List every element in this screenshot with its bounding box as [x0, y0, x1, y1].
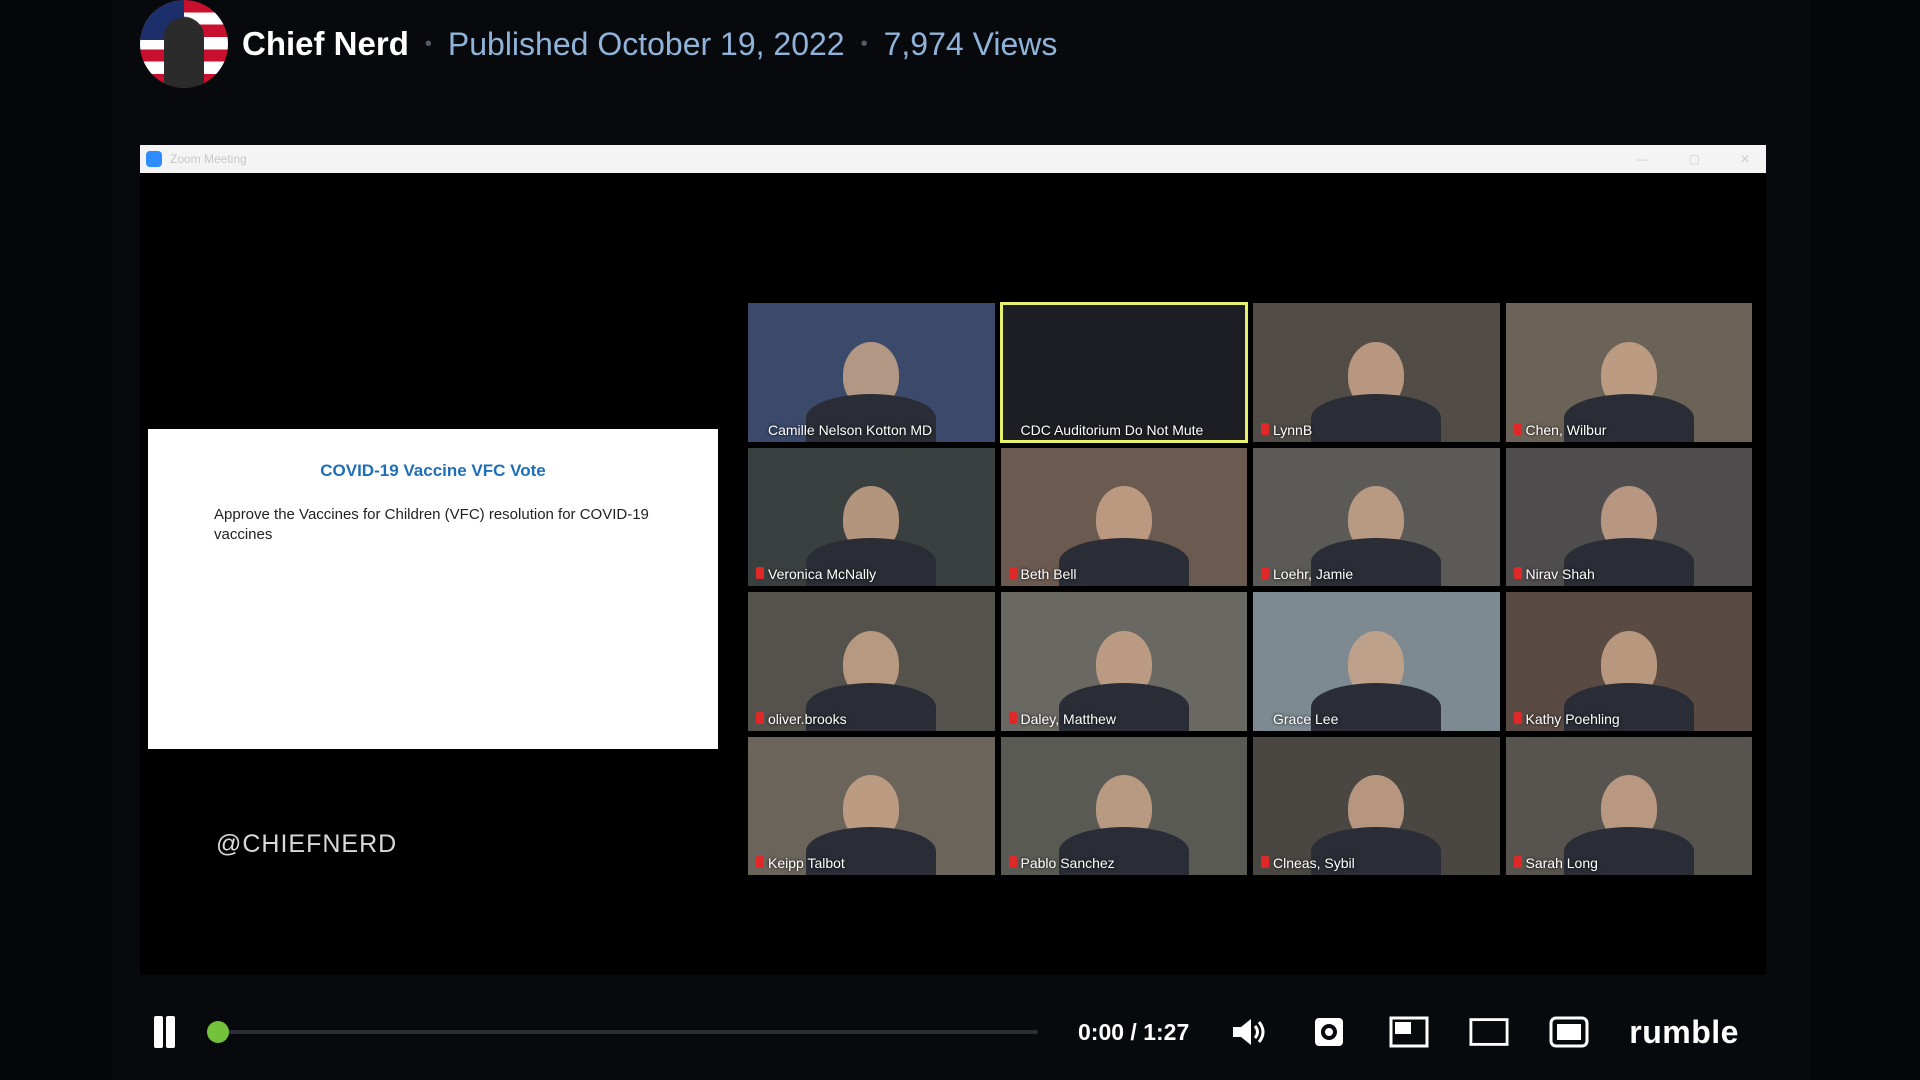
- channel-name[interactable]: Chief Nerd: [242, 25, 409, 63]
- zoom-window-titlebar: Zoom Meeting — ▢ ✕: [140, 145, 1766, 173]
- slide-text: Approve the Vaccines for Children (VFC) …: [214, 506, 649, 543]
- close-icon: ✕: [1739, 152, 1750, 166]
- participant-tile[interactable]: Kathy Poehling: [1505, 592, 1752, 731]
- view-count: 7,974 Views: [883, 25, 1058, 62]
- participant-name: Veronica McNally: [768, 566, 877, 582]
- separator-dot: •: [860, 32, 868, 55]
- participant-tile[interactable]: oliver.brooks: [748, 592, 995, 731]
- shared-slide: COVID-19 Vaccine VFC Vote Approve the Va…: [148, 429, 718, 749]
- zoom-logo-icon: [146, 151, 162, 167]
- participant-video: [1058, 538, 1189, 586]
- participant-tile[interactable]: LynnB: [1253, 303, 1500, 442]
- participant-tile[interactable]: Clneas, Sybil: [1253, 736, 1500, 875]
- rumble-logo[interactable]: rumble: [1629, 1014, 1739, 1051]
- participant-name: Pablo Sanchez: [1020, 855, 1115, 871]
- participant-name: CDC Auditorium Do Not Mute: [1020, 421, 1204, 438]
- participant-tile[interactable]: CDC Auditorium Do Not Mute: [999, 302, 1248, 443]
- volume-icon[interactable]: [1229, 1015, 1269, 1049]
- participant-tile[interactable]: Keipp Talbot: [748, 736, 995, 875]
- progress-bar[interactable]: [207, 1021, 1038, 1043]
- pause-icon[interactable]: [140, 1012, 186, 1052]
- participant-name: Camille Nelson Kotton MD: [768, 421, 933, 438]
- participant-tile[interactable]: Veronica McNally: [748, 447, 995, 586]
- video-header: Chief Nerd • Published October 19, 2022 …: [140, 0, 1057, 88]
- publish-date: Published October 19, 2022: [447, 25, 845, 62]
- participant-name: Grace Lee: [1273, 710, 1339, 727]
- participant-name: Chen, Wilbur: [1525, 421, 1607, 438]
- watermark: @CHIEFNERD: [216, 830, 398, 858]
- participant-tile[interactable]: Loehr, Jamie: [1253, 447, 1500, 586]
- participant-grid: Camille Nelson Kotton MD CDC Auditorium D…: [748, 302, 1752, 875]
- minimize-icon: —: [1636, 152, 1649, 166]
- separator-dot: •: [424, 32, 432, 55]
- participant-tile[interactable]: Sarah Long: [1505, 736, 1752, 875]
- participant-name: Clneas, Sybil: [1273, 855, 1355, 871]
- channel-avatar[interactable]: [140, 0, 228, 88]
- participant-name: Sarah Long: [1525, 855, 1598, 871]
- participant-tile[interactable]: Nirav Shah: [1505, 447, 1752, 586]
- participant-tile[interactable]: Daley, Matthew: [1000, 592, 1247, 731]
- participant-tile[interactable]: Camille Nelson Kotton MD: [748, 303, 995, 442]
- slide-title: COVID-19 Vaccine VFC Vote: [320, 461, 546, 480]
- settings-icon[interactable]: [1309, 1015, 1349, 1049]
- participant-name: LynnB: [1273, 421, 1313, 438]
- participant-name: Daley, Matthew: [1020, 710, 1116, 727]
- player-controls: 0:00 / 1:27 rumble: [140, 1005, 1766, 1059]
- zoom-window-controls: — ▢ ✕: [1637, 152, 1750, 166]
- participant-name: Beth Bell: [1020, 566, 1077, 582]
- time-display: 0:00 / 1:27: [1078, 1018, 1190, 1045]
- theater-icon[interactable]: [1469, 1015, 1509, 1049]
- zoom-window-title: Zoom Meeting: [170, 152, 247, 166]
- progress-handle[interactable]: [207, 1021, 229, 1043]
- participant-tile[interactable]: Pablo Sanchez: [1000, 736, 1247, 875]
- pip-icon[interactable]: [1389, 1015, 1429, 1049]
- participant-tile[interactable]: Beth Bell: [1000, 447, 1247, 586]
- participant-tile[interactable]: Grace Lee: [1253, 592, 1500, 731]
- participant-name: Nirav Shah: [1525, 566, 1595, 582]
- participant-name: Keipp Talbot: [768, 855, 845, 871]
- participant-tile[interactable]: Chen, Wilbur: [1505, 303, 1752, 442]
- maximize-icon: ▢: [1688, 152, 1700, 166]
- participant-name: oliver.brooks: [768, 710, 847, 727]
- participant-name: Kathy Poehling: [1525, 710, 1620, 727]
- video-player[interactable]: Zoom Meeting — ▢ ✕ COVID-19 Vaccine VFC …: [140, 145, 1766, 975]
- participant-video: [1311, 393, 1442, 442]
- fullscreen-icon[interactable]: [1549, 1015, 1589, 1049]
- participant-name: Loehr, Jamie: [1273, 566, 1354, 582]
